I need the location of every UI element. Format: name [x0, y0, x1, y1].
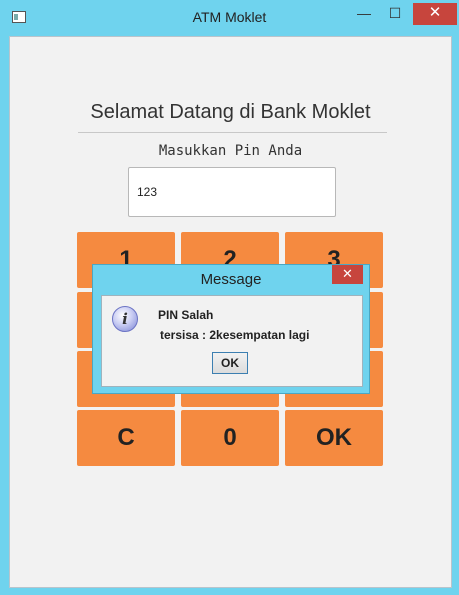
key-0[interactable]: 0: [181, 410, 279, 466]
dialog-ok-button[interactable]: OK: [212, 352, 248, 374]
info-icon: i: [112, 306, 138, 332]
title-bar[interactable]: ATM Moklet — ☐ ✕: [0, 0, 459, 36]
dialog-body: i PIN Salah tersisa : 2kesempatan lagi O…: [101, 295, 363, 387]
key-ok[interactable]: OK: [285, 410, 383, 466]
dialog-message-detail: tersisa : 2kesempatan lagi: [160, 328, 310, 342]
maximize-button[interactable]: ☐: [382, 3, 408, 25]
key-clear[interactable]: C: [77, 410, 175, 466]
pin-label: Masukkan Pin Anda: [158, 143, 303, 159]
message-dialog: Message ✕ i PIN Salah tersisa : 2kesempa…: [92, 264, 370, 394]
dialog-title: Message: [200, 271, 262, 288]
welcome-heading: Selamat Datang di Bank Moklet: [90, 101, 371, 123]
dialog-message-title: PIN Salah: [158, 308, 214, 322]
pin-input[interactable]: [128, 167, 336, 217]
dialog-close-button[interactable]: ✕: [332, 265, 363, 284]
minimize-button[interactable]: —: [351, 3, 377, 25]
close-button[interactable]: ✕: [413, 3, 457, 25]
separator: [78, 132, 387, 133]
